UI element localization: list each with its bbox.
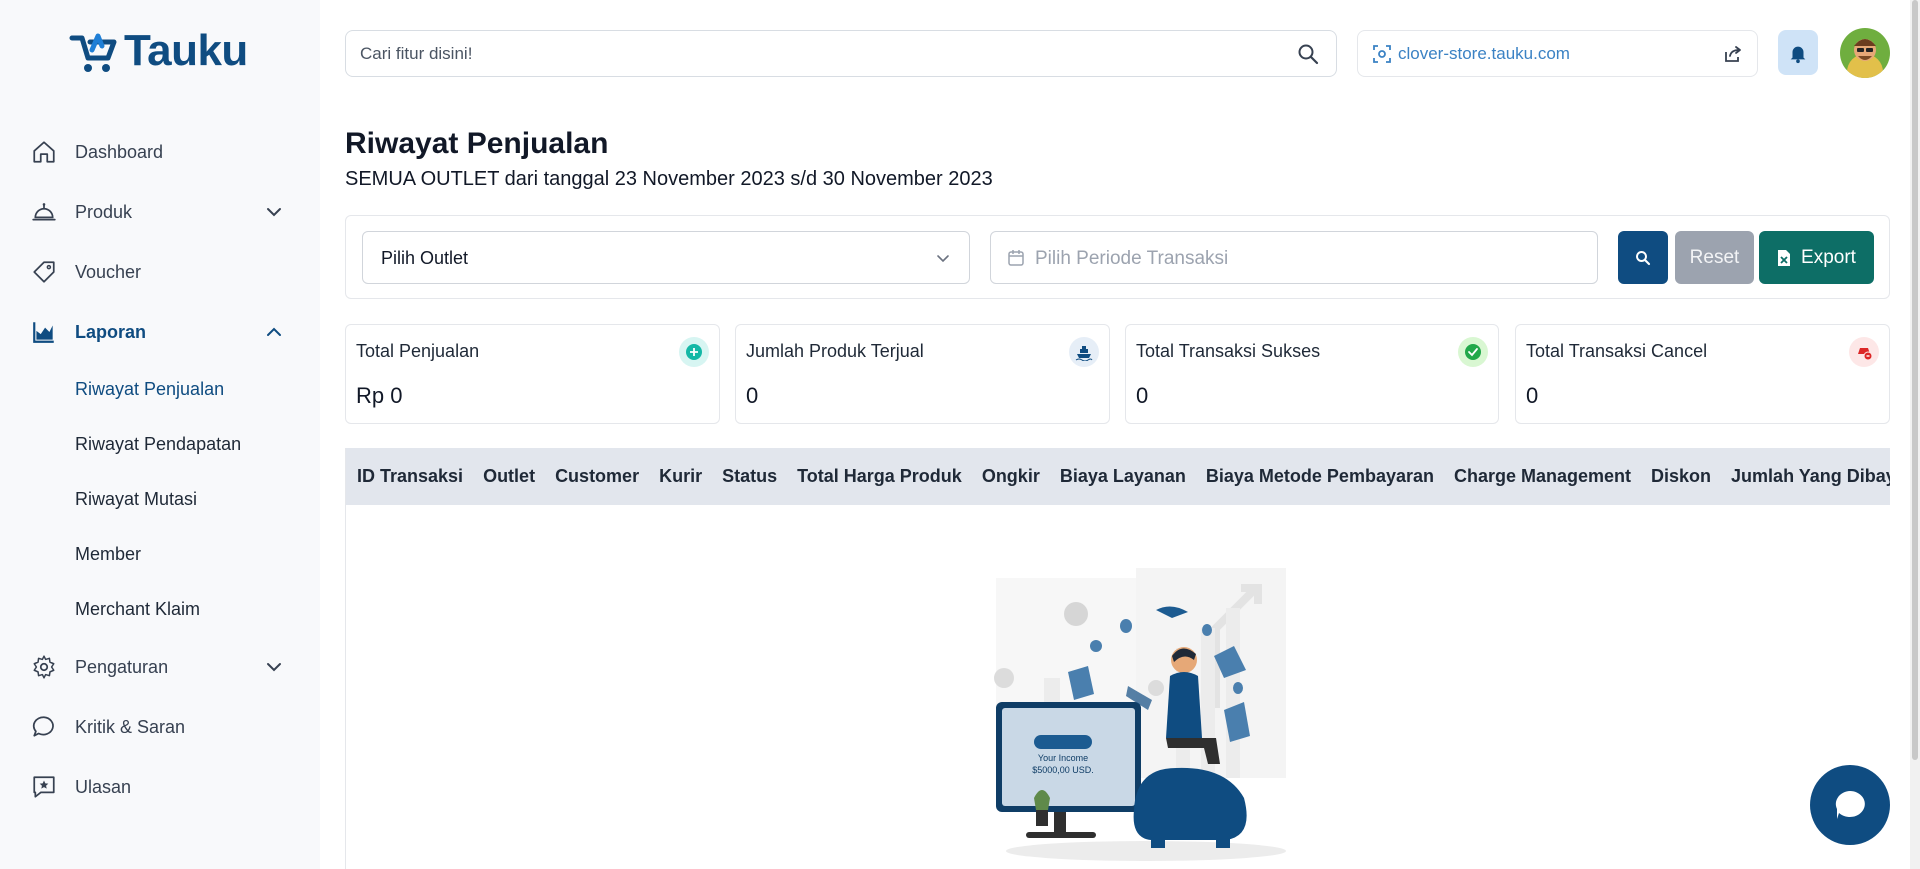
avatar[interactable]	[1840, 28, 1890, 78]
stat-title: Total Transaksi Cancel	[1526, 341, 1708, 361]
sidebar-item-label: Produk	[75, 201, 133, 222]
stat-value: 0	[1526, 383, 1539, 408]
stat-card-transaksi-cancel: Total Transaksi Cancel 0	[1515, 324, 1890, 424]
sidebar-item-kritik-saran[interactable]: Kritik & Saran	[0, 697, 320, 757]
page-title: Riwayat Penjualan	[345, 127, 609, 160]
sidebar-item-ulasan[interactable]: Ulasan	[0, 757, 320, 817]
cancel-icon	[1849, 337, 1879, 367]
stat-card-total-penjualan: Total Penjualan Rp 0	[345, 324, 720, 424]
sidebar-item-label: Laporan	[75, 321, 147, 342]
brand-name: Tauku	[124, 26, 248, 75]
chevron-down-icon	[267, 208, 281, 217]
page-subtitle: SEMUA OUTLET dari tanggal 23 November 20…	[345, 168, 993, 190]
column-header[interactable]: Biaya Metode Pembayaran	[1206, 466, 1434, 487]
notification-button[interactable]	[1778, 30, 1818, 75]
share-icon[interactable]	[1723, 44, 1743, 64]
sidebar-subitem-merchant-klaim[interactable]: Merchant Klaim	[0, 582, 320, 637]
illustration-income-value: $5000,00 USD.	[1032, 765, 1094, 775]
star-review-icon	[30, 773, 58, 801]
sidebar-nav: Dashboard Produk Voucher Laporan Riwayat…	[0, 122, 320, 817]
file-excel-icon	[1778, 249, 1791, 266]
export-button[interactable]: Export	[1759, 231, 1874, 284]
column-header[interactable]: ID Transaksi	[357, 466, 463, 487]
store-url[interactable]: clover-store.tauku.com	[1398, 44, 1570, 64]
user-avatar-icon	[1840, 28, 1890, 78]
chart-icon	[30, 318, 58, 346]
chevron-down-icon	[937, 255, 949, 263]
sidebar-subitem-member[interactable]: Member	[0, 527, 320, 582]
illustration-income-label: Your Income	[1038, 753, 1088, 763]
sidebar-item-produk[interactable]: Produk	[0, 182, 320, 242]
search-button[interactable]	[1618, 231, 1668, 284]
transactions-table: ID Transaksi Outlet Customer Kurir Statu…	[345, 448, 1890, 869]
page-scrollbar[interactable]	[1910, 0, 1920, 869]
period-picker[interactable]: Pilih Periode Transaksi	[990, 231, 1598, 284]
stat-title: Total Transaksi Sukses	[1136, 341, 1321, 361]
sidebar-item-dashboard[interactable]: Dashboard	[0, 122, 320, 182]
column-header[interactable]: Biaya Layanan	[1060, 466, 1186, 487]
period-placeholder: Pilih Periode Transaksi	[1035, 248, 1229, 269]
chat-fab-button[interactable]	[1810, 765, 1890, 845]
feature-search	[345, 30, 1337, 77]
sidebar-item-label: Dashboard	[75, 141, 164, 162]
column-header[interactable]: Status	[722, 466, 777, 487]
table-header: ID Transaksi Outlet Customer Kurir Statu…	[346, 448, 1890, 505]
stat-card-produk-terjual: Jumlah Produk Terjual 0	[735, 324, 1110, 424]
sidebar-subitem-riwayat-penjualan[interactable]: Riwayat Penjualan	[0, 362, 320, 417]
column-header[interactable]: Diskon	[1651, 466, 1711, 487]
sidebar: Tauku Dashboard Produk Voucher Laporan R…	[0, 0, 320, 869]
search-icon	[1636, 250, 1651, 265]
sidebar-item-label: Ulasan	[75, 776, 132, 797]
column-header[interactable]: Kurir	[659, 466, 702, 487]
stat-card-transaksi-sukses: Total Transaksi Sukses 0	[1125, 324, 1499, 424]
stat-value: 0	[1136, 383, 1149, 408]
sidebar-item-label: Kritik & Saran	[75, 716, 186, 737]
plus-circle-icon	[679, 337, 709, 367]
sidebar-item-label: Pengaturan	[75, 656, 169, 677]
sidebar-subitem-riwayat-mutasi[interactable]: Riwayat Mutasi	[0, 472, 320, 527]
search-icon[interactable]	[1296, 42, 1320, 66]
chevron-up-icon	[267, 327, 281, 336]
sidebar-item-laporan[interactable]: Laporan	[0, 302, 320, 362]
store-url-box: clover-store.tauku.com	[1357, 30, 1758, 77]
sidebar-item-voucher[interactable]: Voucher	[0, 242, 320, 302]
ship-icon	[1069, 337, 1099, 367]
chevron-down-icon	[267, 663, 281, 672]
chat-bubble-icon	[30, 713, 58, 741]
bell-icon	[1790, 46, 1806, 63]
tag-icon	[30, 258, 58, 286]
check-circle-icon	[1458, 337, 1488, 367]
chat-bubble-icon	[1835, 791, 1865, 819]
outlet-select[interactable]: Pilih Outlet	[362, 231, 970, 284]
gear-icon	[30, 653, 58, 681]
column-header[interactable]: Customer	[555, 466, 639, 487]
scan-icon	[1373, 45, 1391, 63]
export-label: Export	[1801, 246, 1856, 268]
sidebar-item-pengaturan[interactable]: Pengaturan	[0, 637, 320, 697]
scrollbar-thumb[interactable]	[1912, 0, 1918, 760]
column-header[interactable]: Total Harga Produk	[797, 466, 962, 487]
sidebar-item-label: Voucher	[75, 261, 142, 282]
stat-value: 0	[746, 383, 759, 408]
column-header[interactable]: Charge Management	[1454, 466, 1631, 487]
calendar-icon	[1008, 250, 1024, 266]
filter-panel: Pilih Outlet Pilih Periode Transaksi Res…	[345, 215, 1890, 299]
empty-state-illustration: Your Income $5000,00 USD.	[994, 568, 1286, 861]
search-input[interactable]	[360, 31, 1260, 76]
stat-value: Rp 0	[356, 383, 403, 408]
outlet-select-value: Pilih Outlet	[381, 248, 469, 268]
cloche-icon	[30, 198, 58, 226]
cart-logo-icon	[69, 33, 117, 72]
reset-button[interactable]: Reset	[1675, 231, 1754, 284]
stat-title: Jumlah Produk Terjual	[746, 341, 924, 361]
stat-title: Total Penjualan	[356, 341, 480, 361]
sidebar-subitem-riwayat-pendapatan[interactable]: Riwayat Pendapatan	[0, 417, 320, 472]
brand-logo[interactable]: Tauku	[68, 26, 248, 76]
home-icon	[30, 138, 58, 166]
column-header[interactable]: Outlet	[483, 466, 535, 487]
column-header[interactable]: Jumlah Yang Dibayar	[1731, 466, 1890, 487]
column-header[interactable]: Ongkir	[982, 466, 1040, 487]
